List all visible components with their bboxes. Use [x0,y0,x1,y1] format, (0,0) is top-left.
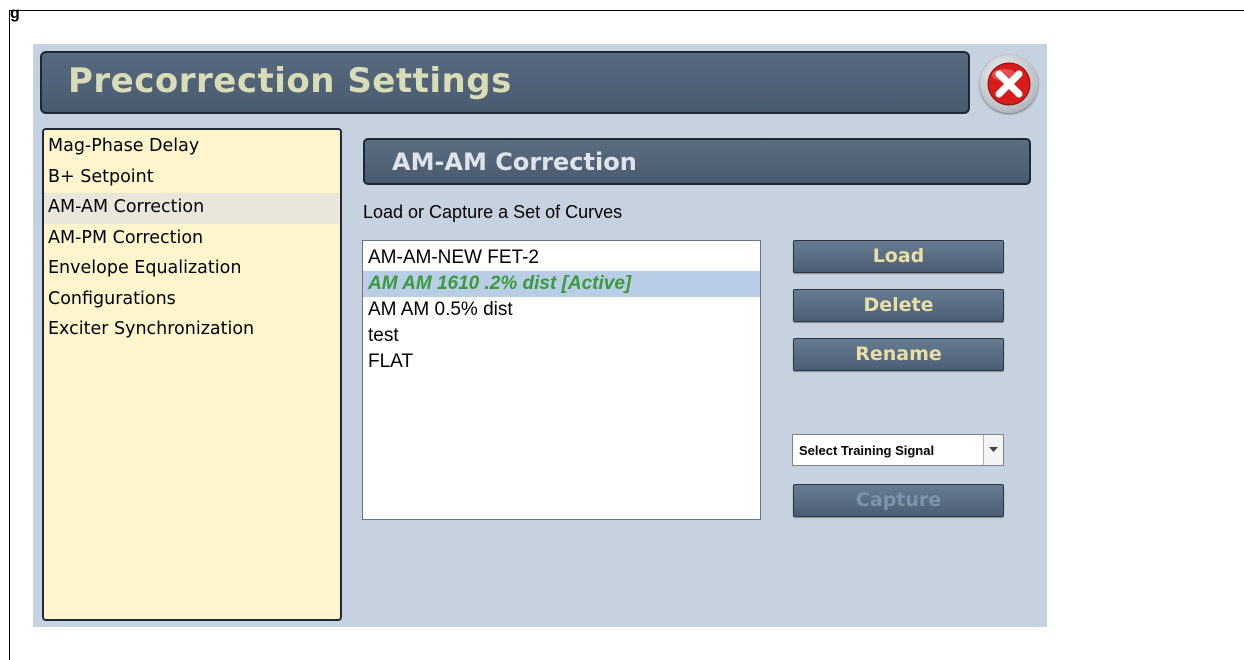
curve-item[interactable]: test [363,323,760,349]
rename-button[interactable]: Rename [793,338,1004,371]
title-bar: Precorrection Settings [40,51,970,114]
document-heading-fragment: g [10,5,20,22]
curve-item[interactable]: AM AM 0.5% dist [363,297,760,323]
page-title: Precorrection Settings [68,61,512,101]
close-icon [987,62,1031,106]
close-button[interactable] [980,55,1038,113]
nav-item-am-pm-correction[interactable]: AM-PM Correction [44,224,340,255]
training-signal-selected-value: Select Training Signal [799,443,935,458]
curve-item-active[interactable]: AM AM 1610 .2% dist [Active] [363,271,760,297]
chevron-down-icon [989,447,998,452]
nav-item-exciter-synchronization[interactable]: Exciter Synchronization [44,315,340,346]
nav-item-envelope-equalization[interactable]: Envelope Equalization [44,254,340,285]
dropdown-arrow[interactable] [983,435,1003,465]
curve-list[interactable]: AM-AM-NEW FET-2 AM AM 1610 .2% dist [Act… [362,240,761,520]
nav-item-b-plus-setpoint[interactable]: B+ Setpoint [44,163,340,194]
nav-item-mag-phase-delay[interactable]: Mag-Phase Delay [44,132,340,163]
load-button[interactable]: Load [793,240,1004,273]
curve-item[interactable]: AM-AM-NEW FET-2 [363,245,760,271]
section-title: AM-AM Correction [392,148,637,176]
section-header: AM-AM Correction [363,138,1031,185]
capture-button[interactable]: Capture [793,484,1004,517]
settings-nav-list: Mag-Phase Delay B+ Setpoint AM-AM Correc… [42,128,342,621]
delete-button[interactable]: Delete [793,289,1004,322]
nav-item-configurations[interactable]: Configurations [44,285,340,316]
instructions-label: Load or Capture a Set of Curves [363,202,623,222]
training-signal-select[interactable]: Select Training Signal [792,434,1004,466]
curve-item[interactable]: FLAT [363,349,760,375]
nav-item-am-am-correction[interactable]: AM-AM Correction [44,193,340,224]
